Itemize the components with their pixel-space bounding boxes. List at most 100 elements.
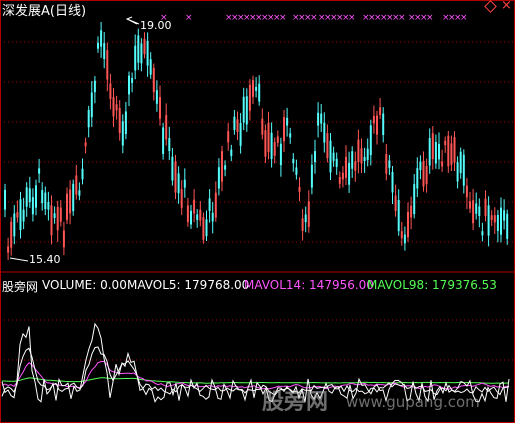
candle-body [369,125,372,156]
candle-body [379,107,382,116]
candle-body [264,130,267,157]
candle-body [363,156,366,162]
candle-body [69,189,72,214]
candle-body [447,135,450,167]
close-icon[interactable]: × [501,0,512,13]
candle-body [59,207,62,222]
candle-body [202,217,205,240]
candle-body [372,116,375,124]
candle-body [289,133,292,138]
candle-body [326,133,329,159]
mavol5-value: MAVOL5: 179768.00 [127,278,250,292]
candle-body [233,116,236,130]
kline-chart[interactable]: × × ×××××××××× ×××× ×××××× ××××××× ×××× ×××× [0,0,515,423]
candle-body [115,104,118,111]
candle-body [155,90,158,104]
watermark-url: www.gupang.com [346,393,480,411]
candle-body [500,207,502,235]
candle-body [338,176,341,184]
candle-body [109,83,112,100]
candle-body [211,212,214,222]
candle-body [245,96,248,125]
candle-body [270,132,273,159]
candle-body [106,50,109,80]
volume-value: VOLUME: 0.00 [42,278,127,292]
candle-body [183,179,186,188]
candle-body [16,212,19,218]
candle-body [329,140,332,173]
candle-body [131,77,134,83]
candle-body [19,199,22,231]
candle-body [360,148,363,164]
candle-body [484,198,487,216]
candle-body [140,43,143,64]
candle-body [177,173,180,194]
high-marker-line [126,18,140,25]
candle-body [273,142,276,156]
candle-body [44,192,47,210]
signal-marker: × [185,13,193,23]
signal-marker: × [460,13,468,23]
candle-body [366,148,369,161]
candle-body [38,168,41,174]
candle-body [124,111,127,134]
candle-body [310,164,313,188]
candle-body [137,35,140,63]
candle-body [159,97,161,119]
candle-body [416,168,419,189]
candle-body [292,158,295,164]
candle-body [190,210,192,225]
candle-body [276,136,279,143]
candle-body [81,168,84,180]
candle-body [171,156,174,181]
candle-body [279,143,282,166]
candle-body [351,151,354,169]
candle-body [397,199,400,232]
candle-body [506,213,509,239]
candle-body [441,161,444,167]
candle-body [66,193,68,220]
candle-body [100,30,103,47]
candle-body [400,231,403,239]
candle-body [261,118,264,135]
candle-body [7,246,10,253]
candle-body [394,195,397,211]
candle-body [469,201,471,209]
low-price-label: 15.40 [29,253,61,266]
candle-body [335,158,338,167]
candle-body [121,121,124,146]
candle-body [438,143,440,160]
candle-body [413,184,416,215]
candle-body [503,210,506,221]
candle-body [196,214,199,220]
candle-body [425,166,428,185]
candle-body [267,122,270,153]
candle-body [304,214,307,223]
mavol14-line [1,360,510,390]
candle-body [323,122,326,143]
candle-body [214,192,217,218]
signal-marker: × [348,13,356,23]
candle-body [248,84,251,111]
candle-body [146,40,149,66]
candle-body [444,140,447,146]
candle-body [208,198,211,211]
candle-body [462,154,465,186]
candle-body [419,161,422,171]
candle-body [385,154,388,174]
candle-body [487,205,490,236]
candle-body [78,190,81,196]
candle-body [103,43,106,59]
candle-body [93,80,96,93]
high-price-label: 19.00 [140,19,172,32]
chart-frame [0,0,515,423]
candle-body [72,183,75,212]
candle-body [255,86,258,91]
candle-body [4,189,6,210]
candle-body [50,205,53,236]
candle-body [465,185,468,198]
candle-body [481,231,484,236]
candle-body [407,211,409,238]
candle-body [186,205,189,223]
signal-marker: × [398,13,406,23]
